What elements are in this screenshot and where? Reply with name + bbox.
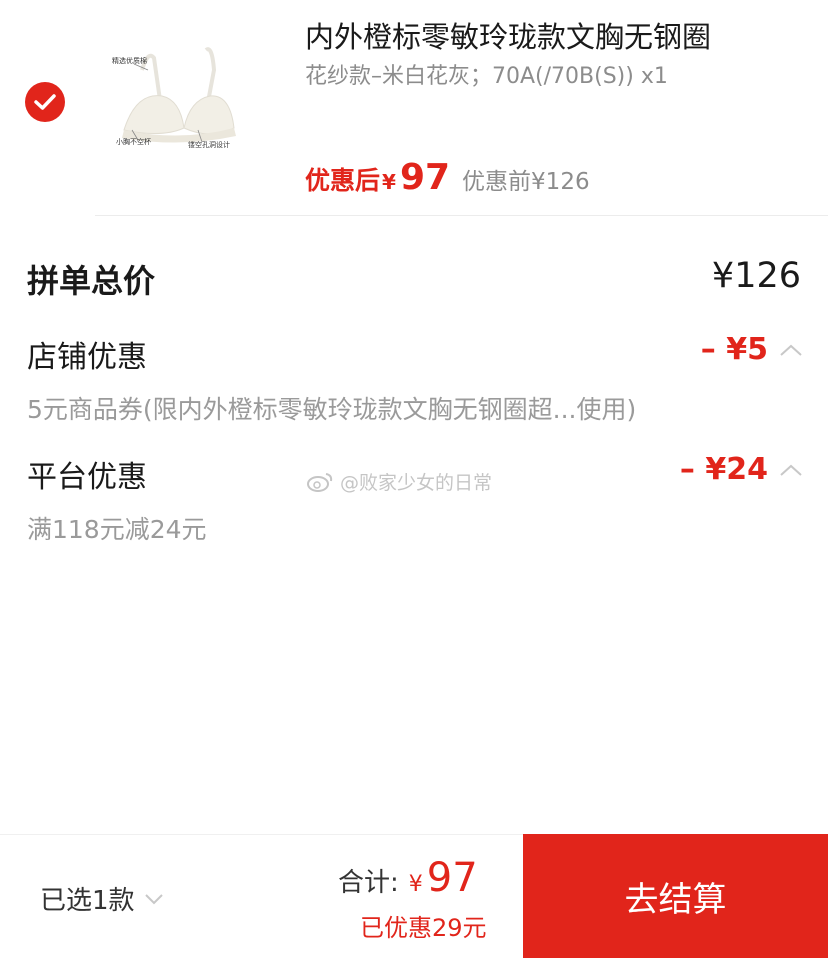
watermark-text: @败家少女的日常 (340, 472, 493, 494)
total-value: ¥126 (711, 256, 801, 296)
sum-label: 合计: (338, 868, 399, 898)
platform-discount-label: 平台优惠 (27, 460, 147, 495)
checkout-button[interactable]: 去结算 (523, 834, 828, 958)
product-select-checkbox[interactable] (25, 82, 65, 122)
platform-discount-desc: 满118元减24元 (27, 515, 207, 544)
image-label-2: 小胸不空杯 (116, 137, 151, 146)
product-title[interactable]: 内外橙标零敏玲珑款文胸无钢圈 (305, 14, 711, 56)
saved-amount: 已优惠29元 (360, 914, 487, 942)
price-before: 优惠前¥126 (462, 169, 590, 195)
chevron-down-icon (144, 893, 163, 904)
selected-count: 已选1款 (40, 886, 135, 916)
price-after-label: 优惠后 (305, 166, 381, 195)
platform-discount-toggle[interactable]: – ¥24 (680, 452, 804, 487)
shop-discount-label: 店铺优惠 (27, 340, 147, 375)
selected-count-toggle[interactable]: 已选1款 (40, 880, 165, 917)
image-label-1: 精选优质棉 (112, 56, 147, 65)
shop-discount-toggle[interactable]: – ¥5 (701, 332, 804, 367)
chevron-up-icon (780, 464, 802, 476)
sum-value: 97 (426, 855, 478, 901)
shop-discount-desc: 5元商品券(限内外橙标零敏玲珑款文胸无钢圈超...使用) (27, 395, 637, 424)
sum-currency: ¥ (408, 872, 423, 897)
platform-discount-value: – ¥24 (679, 452, 768, 487)
divider (95, 215, 828, 216)
chevron-up-icon (780, 344, 802, 356)
total-label: 拼单总价 (27, 262, 156, 300)
sum-row: 合计: ¥ 97 (338, 855, 478, 901)
watermark: @败家少女的日常 (306, 468, 492, 495)
price-after-value: 97 (399, 157, 451, 198)
product-spec[interactable]: 花纱款–米白花灰；70A(/70B(S)) x1 (305, 58, 668, 90)
checkmark-icon (34, 94, 56, 110)
image-label-3: 镂空孔洞设计 (188, 140, 230, 149)
bra-image: 精选优质棉 小胸不空杯 镂空孔洞设计 (112, 47, 236, 149)
product-price-row: 优惠后 ¥ 97 优惠前¥126 (305, 157, 590, 198)
shop-discount-value: – ¥5 (700, 332, 768, 367)
weibo-icon (307, 472, 333, 492)
product-thumbnail[interactable]: 精选优质棉 小胸不空杯 镂空孔洞设计 (102, 30, 262, 190)
price-after-currency: ¥ (382, 170, 396, 194)
